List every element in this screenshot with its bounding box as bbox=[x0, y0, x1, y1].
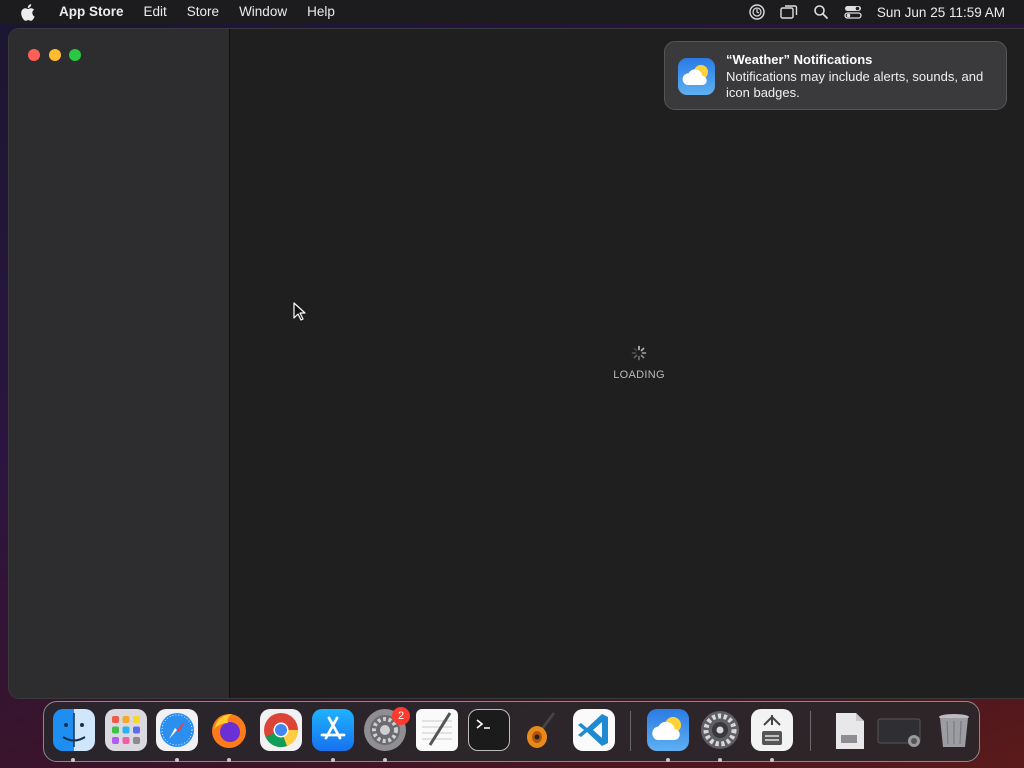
terminal-icon[interactable] bbox=[468, 709, 510, 751]
control-center-icon[interactable] bbox=[844, 3, 862, 21]
search-icon[interactable] bbox=[812, 3, 830, 21]
running-indicator bbox=[71, 758, 75, 762]
safari-icon[interactable] bbox=[156, 709, 198, 751]
running-indicator bbox=[666, 758, 670, 762]
finder-icon[interactable] bbox=[53, 709, 95, 751]
spinner-icon bbox=[631, 345, 647, 361]
menu-edit[interactable]: Edit bbox=[134, 0, 177, 24]
firefox-icon[interactable] bbox=[208, 709, 250, 751]
running-indicator bbox=[227, 758, 231, 762]
screen-time-icon[interactable] bbox=[748, 3, 766, 21]
dock-separator bbox=[810, 711, 811, 751]
loading-label: LOADING bbox=[613, 369, 665, 381]
garageband-icon[interactable] bbox=[520, 709, 562, 751]
sidebar bbox=[9, 29, 230, 698]
trash-icon[interactable] bbox=[933, 709, 975, 751]
weather-icon bbox=[678, 58, 715, 95]
dock: 2 bbox=[43, 701, 980, 762]
menu-store[interactable]: Store bbox=[177, 0, 229, 24]
minimize-button[interactable] bbox=[49, 49, 61, 61]
notification-body: Notifications may include alerts, sounds… bbox=[726, 69, 984, 100]
menu-window[interactable]: Window bbox=[229, 0, 297, 24]
window-icon[interactable] bbox=[780, 3, 798, 21]
running-indicator bbox=[770, 758, 774, 762]
app-store-window: LOADING bbox=[9, 29, 1024, 698]
chrome-icon[interactable] bbox=[260, 709, 302, 751]
archive-utility-icon[interactable] bbox=[751, 709, 793, 751]
apple-menu-icon[interactable] bbox=[17, 2, 37, 22]
document-file-icon[interactable] bbox=[828, 709, 870, 751]
notification-banner[interactable]: “Weather” Notifications Notifications ma… bbox=[664, 41, 1007, 110]
menu-app-name[interactable]: App Store bbox=[49, 0, 134, 24]
close-button[interactable] bbox=[28, 49, 40, 61]
system-preferences-icon[interactable] bbox=[699, 709, 741, 751]
vscode-icon[interactable] bbox=[573, 709, 615, 751]
zoom-button[interactable] bbox=[69, 49, 81, 61]
notification-title: “Weather” Notifications bbox=[726, 52, 873, 67]
running-indicator bbox=[718, 758, 722, 762]
launchpad-icon[interactable] bbox=[105, 709, 147, 751]
system-settings-icon[interactable]: 2 bbox=[364, 707, 410, 751]
textedit-icon[interactable] bbox=[416, 709, 458, 751]
dock-separator bbox=[630, 711, 631, 751]
notification-badge: 2 bbox=[392, 707, 410, 725]
loading-indicator: LOADING bbox=[599, 345, 679, 383]
screenshot-folder-icon[interactable] bbox=[876, 709, 924, 751]
running-indicator bbox=[331, 758, 335, 762]
menu-bar: App Store Edit Store Window Help Sun Jun… bbox=[0, 0, 1024, 24]
running-indicator bbox=[175, 758, 179, 762]
running-indicator bbox=[383, 758, 387, 762]
menu-help[interactable]: Help bbox=[297, 0, 345, 24]
menu-clock[interactable]: Sun Jun 25 11:59 AM bbox=[877, 5, 1005, 20]
weather-icon[interactable] bbox=[647, 709, 689, 751]
app-store-icon[interactable] bbox=[312, 709, 354, 751]
mouse-cursor-icon bbox=[293, 302, 307, 327]
